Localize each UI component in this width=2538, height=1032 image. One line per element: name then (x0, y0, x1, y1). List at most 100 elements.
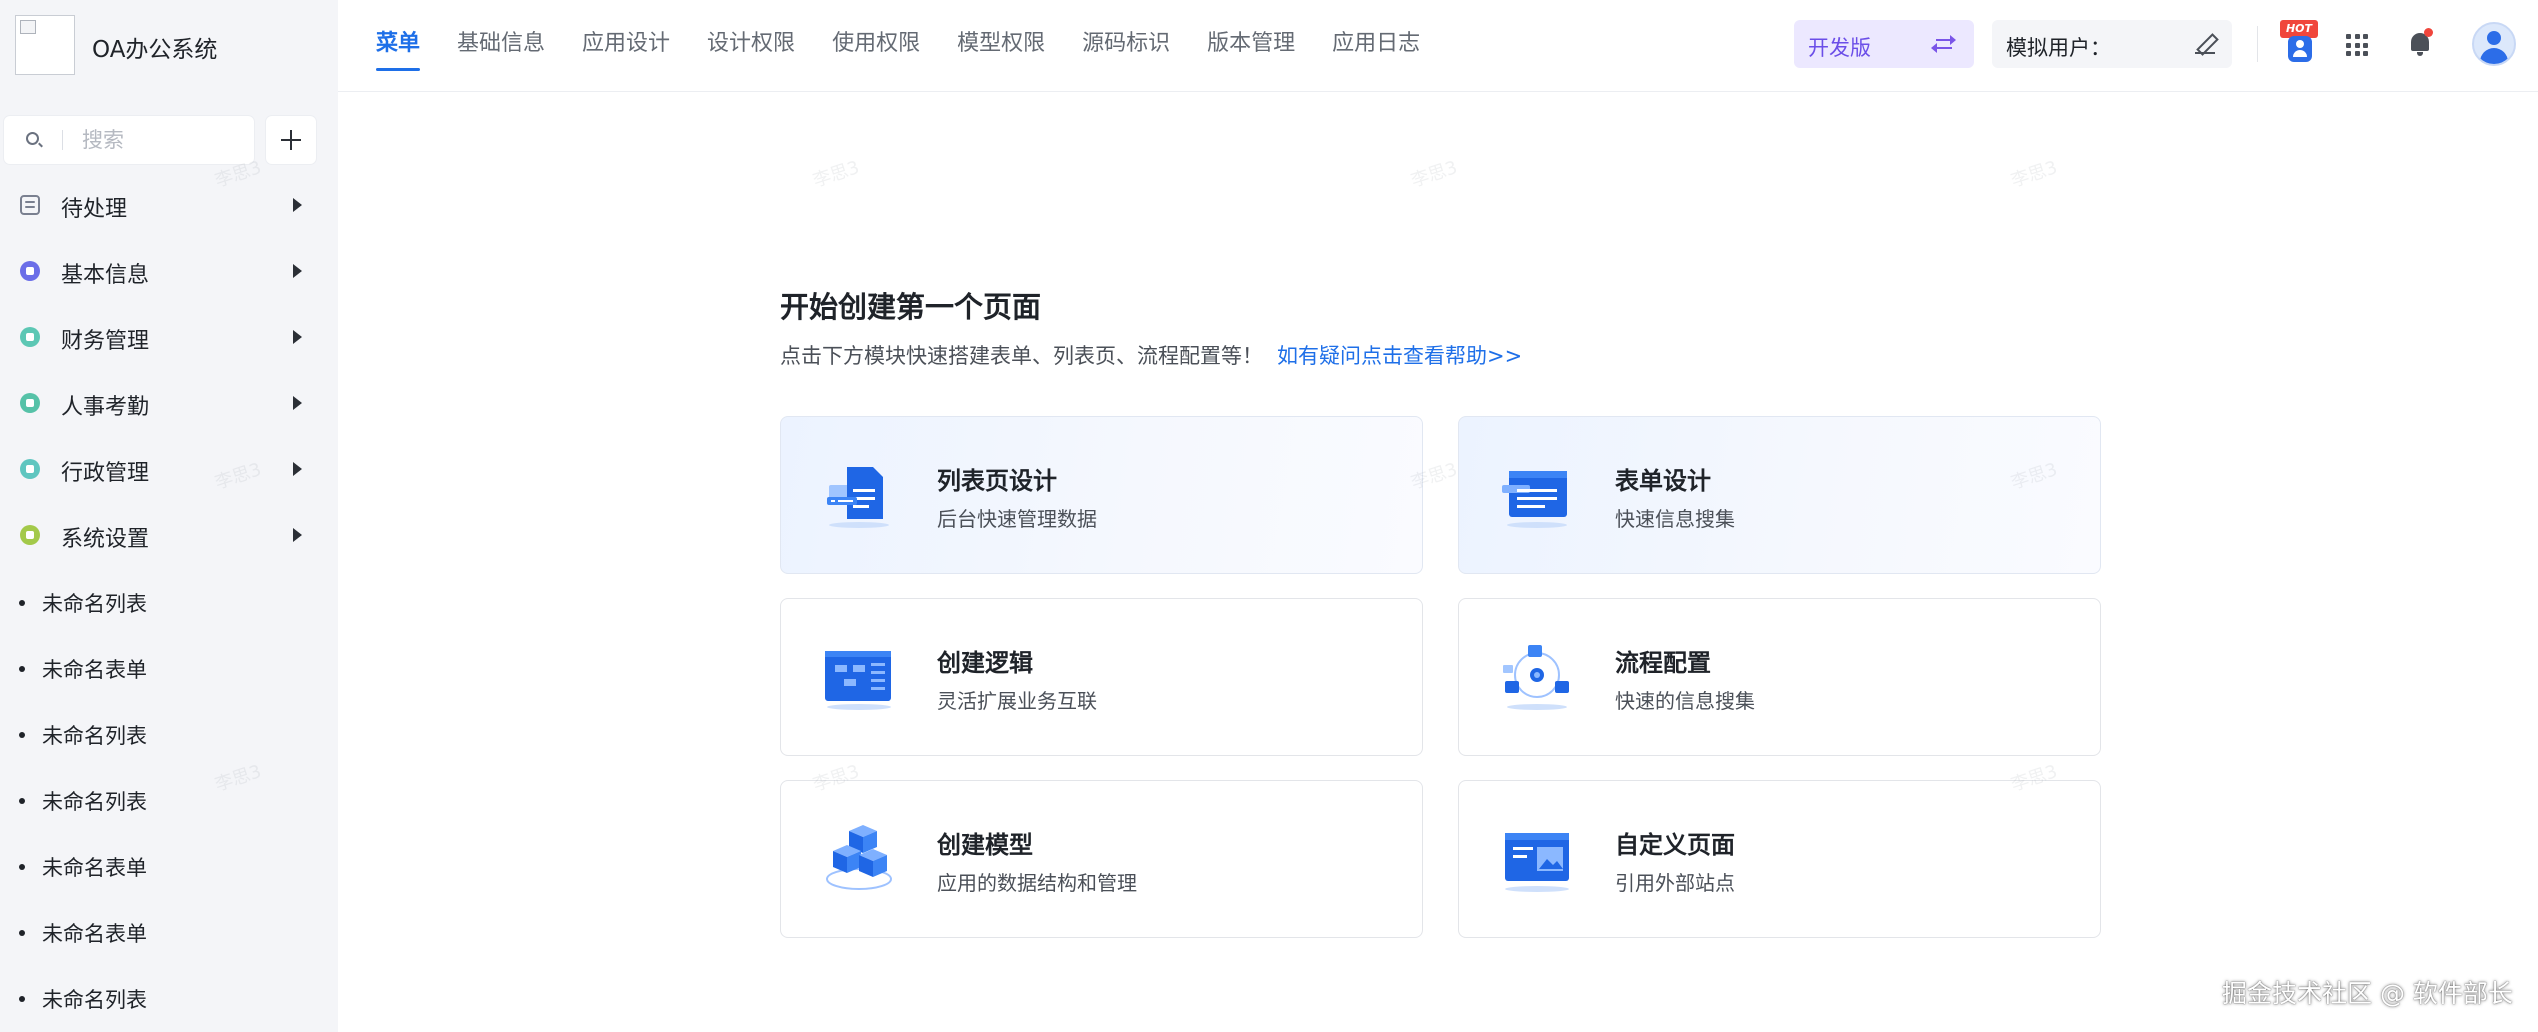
card-desc: 快速信息搜集 (1615, 507, 1735, 531)
card-custom-page[interactable]: 自定义页面 引用外部站点 (1458, 780, 2101, 938)
watermark: 李思3 (810, 157, 863, 192)
bullet-icon (19, 666, 25, 672)
caret-right-icon (293, 528, 302, 542)
tab-bar: 菜单 基础信息 应用设计 设计权限 使用权限 模型权限 源码标识 版本管理 应用… (376, 0, 1457, 92)
model-cubes-icon (826, 825, 892, 890)
list-item-label: 未命名列表 (42, 592, 147, 616)
card-workflow-config[interactable]: 流程配置 快速的信息搜集 (1458, 598, 2101, 756)
caret-right-icon (293, 198, 302, 212)
bullet-icon (19, 600, 25, 606)
hot-user-icon[interactable]: HOT (2280, 18, 2320, 64)
workflow-icon (1503, 645, 1569, 710)
tab-menu[interactable]: 菜单 (376, 0, 421, 92)
bullet-icon (19, 996, 25, 1002)
tab-use-permission[interactable]: 使用权限 (832, 0, 920, 92)
sidebar-item-label: 财务管理 (61, 329, 150, 354)
page-title: 开始创建第一个页面 (780, 290, 1042, 324)
card-desc: 快速的信息搜集 (1615, 689, 1755, 713)
toolbar-divider (2257, 26, 2258, 62)
card-create-logic[interactable]: 创建逻辑 灵活扩展业务互联 (780, 598, 1423, 756)
card-desc: 应用的数据结构和管理 (937, 871, 1137, 895)
card-title: 表单设计 (1615, 467, 1711, 495)
card-title: 创建模型 (937, 831, 1033, 859)
tab-app-design[interactable]: 应用设计 (582, 0, 670, 92)
card-title: 自定义页面 (1615, 831, 1735, 859)
bell-icon[interactable] (2408, 28, 2433, 58)
page-subtitle: 点击下方模块快速搭建表单、列表页、流程配置等！ 如有疑问点击查看帮助>> (780, 340, 1522, 370)
search-divider (62, 130, 63, 150)
caret-right-icon (293, 264, 302, 278)
bullet-icon (19, 732, 25, 738)
brand: OA办公系统 (0, 0, 338, 92)
sidebar-item-admin[interactable]: 行政管理 (0, 436, 338, 502)
notification-dot (2424, 28, 2433, 37)
sidebar-item-basic-info[interactable]: 基本信息 (0, 238, 338, 304)
sidebar-item-label: 待处理 (61, 197, 128, 222)
sidebar-item-label: 基本信息 (61, 263, 150, 288)
admin-icon (20, 459, 40, 479)
sidebar-item-finance[interactable]: 财务管理 (0, 304, 338, 370)
sidebar-item-label: 行政管理 (61, 461, 150, 486)
watermark: 李思3 (2008, 157, 2060, 192)
avatar[interactable] (2472, 22, 2516, 66)
mock-user-field[interactable]: 模拟用户： (1992, 20, 2232, 68)
bullet-icon (19, 930, 25, 936)
mock-user-label: 模拟用户： (2006, 36, 2111, 60)
sidebar-item-label: 人事考勤 (61, 395, 150, 420)
tab-basic-info[interactable]: 基础信息 (457, 0, 545, 92)
list-item-label: 未命名表单 (42, 658, 147, 682)
basic-info-icon (20, 261, 40, 281)
list-item[interactable]: 未命名表单 (0, 634, 338, 700)
tab-version[interactable]: 版本管理 (1207, 0, 1295, 92)
list-item-label: 未命名表单 (42, 856, 147, 880)
logic-flow-icon (825, 651, 891, 710)
sidebar-item-hr[interactable]: 人事考勤 (0, 370, 338, 436)
caret-right-icon (293, 396, 302, 410)
apps-grid-icon[interactable] (2346, 34, 2368, 56)
settings-icon (20, 525, 40, 545)
list-item[interactable]: 未命名表单 (0, 832, 338, 898)
list-item[interactable]: 未命名列表 (0, 568, 338, 634)
card-desc: 引用外部站点 (1615, 871, 1735, 895)
list-item[interactable]: 未命名列表 (0, 964, 338, 1030)
watermark: 李思3 (1408, 157, 1461, 192)
tab-app-log[interactable]: 应用日志 (1332, 0, 1420, 92)
edit-icon[interactable] (2195, 34, 2215, 54)
custom-page-icon (1505, 833, 1569, 892)
card-desc: 灵活扩展业务互联 (937, 689, 1097, 713)
sidebar-menu: 待处理 基本信息 财务管理 人事考勤 行政管理 系统设置 未命名列表 未命名表单… (0, 172, 338, 1030)
sidebar-item-todo[interactable]: 待处理 (0, 172, 338, 238)
card-title: 流程配置 (1615, 649, 1711, 677)
form-design-icon (1502, 471, 1567, 528)
help-link[interactable]: 如有疑问点击查看帮助>> (1277, 344, 1522, 368)
add-button[interactable] (266, 116, 316, 164)
tab-source-id[interactable]: 源码标识 (1082, 0, 1170, 92)
list-item-label: 未命名列表 (42, 724, 147, 748)
env-label: 开发版 (1808, 36, 1871, 60)
card-title: 列表页设计 (937, 467, 1057, 495)
card-create-model[interactable]: 创建模型 应用的数据结构和管理 (780, 780, 1423, 938)
app-logo-icon (15, 15, 75, 75)
list-item[interactable]: 未命名列表 (0, 700, 338, 766)
tab-design-permission[interactable]: 设计权限 (707, 0, 795, 92)
footer-watermark: 掘金技术社区 @ 软件部长 (2222, 979, 2513, 1008)
search-input[interactable] (82, 124, 242, 156)
list-item-label: 未命名列表 (42, 790, 147, 814)
search-box (4, 116, 254, 164)
tab-model-permission[interactable]: 模型权限 (957, 0, 1045, 92)
bullet-icon (19, 798, 25, 804)
card-list-design[interactable]: 列表页设计 后台快速管理数据 (780, 416, 1423, 574)
sidebar: OA办公系统 待处理 基本信息 财务管理 人事考勤 行政管理 (0, 0, 338, 1032)
caret-right-icon (293, 462, 302, 476)
list-item[interactable]: 未命名表单 (0, 898, 338, 964)
list-design-icon (827, 467, 889, 528)
todo-icon (20, 195, 40, 215)
card-desc: 后台快速管理数据 (937, 507, 1097, 531)
card-form-design[interactable]: 表单设计 快速信息搜集 (1458, 416, 2101, 574)
sidebar-item-settings[interactable]: 系统设置 (0, 502, 338, 568)
subtitle-text: 点击下方模块快速搭建表单、列表页、流程配置等！ (780, 344, 1263, 368)
hr-icon (20, 393, 40, 413)
env-switch[interactable]: 开发版 (1794, 20, 1974, 68)
list-item[interactable]: 未命名列表 (0, 766, 338, 832)
app-title: OA办公系统 (92, 37, 218, 63)
